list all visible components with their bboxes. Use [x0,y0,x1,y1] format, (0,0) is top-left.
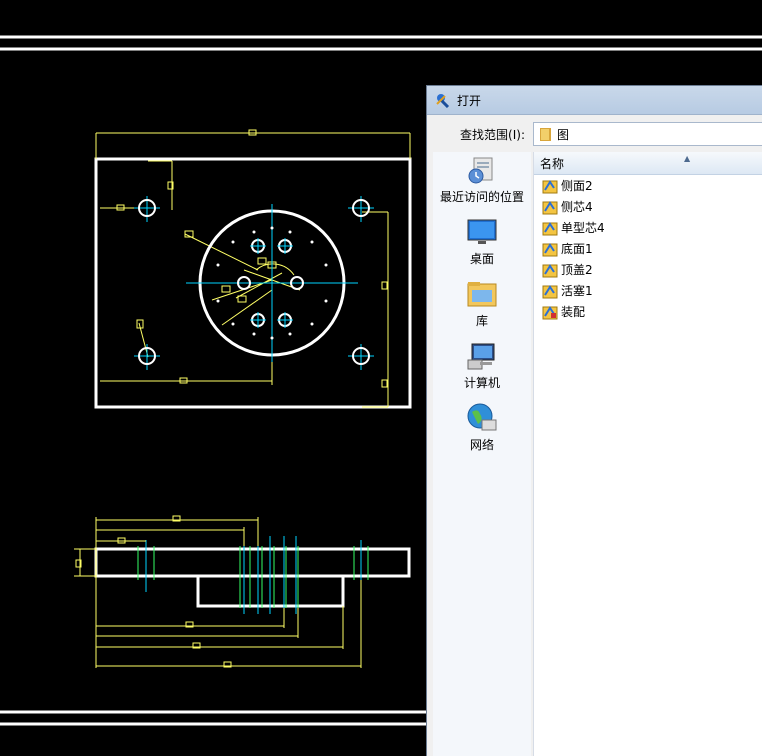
file-item[interactable]: 侧芯4 [534,196,762,217]
file-name: 侧面2 [561,179,593,193]
open-file-dialog[interactable]: 打开 查找范围(I): 图 最近访问的位置 桌面 库 计算机 网络 名称 ▲ 侧… [426,85,762,756]
place-label-network: 网络 [469,438,494,452]
file-item[interactable]: 顶盖2 [534,259,762,280]
file-item[interactable]: 装配 [534,301,762,322]
column-header-name[interactable]: 名称 ▲ [534,152,762,175]
part-file-icon [542,284,558,298]
part-file-icon [542,179,558,193]
file-item[interactable]: 侧面2 [534,175,762,196]
part-file-icon [542,242,558,256]
app-logo-icon [436,94,450,108]
computer-icon [467,343,495,370]
column-header-label: 名称 [540,156,565,171]
place-network[interactable]: 网络 [433,402,531,453]
dialog-body: 查找范围(I): 图 最近访问的位置 桌面 库 计算机 网络 名称 ▲ 侧面2 … [433,116,762,756]
look-in-row: 查找范围(I): 图 [433,120,762,148]
file-name: 单型芯4 [561,221,605,235]
dialog-title: 打开 [457,93,482,108]
file-item[interactable]: 底面1 [534,238,762,259]
place-label-computer: 计算机 [463,376,500,390]
part-file-icon [542,263,558,277]
place-libraries[interactable]: 库 [433,278,531,329]
place-label-recent: 最近访问的位置 [439,190,524,204]
desktop-icon [467,219,497,244]
folder-icon [540,128,551,141]
assembly-file-icon [542,305,558,319]
file-item[interactable]: 单型芯4 [534,217,762,238]
file-item[interactable]: 活塞1 [534,280,762,301]
sort-ascending-icon: ▲ [684,154,691,163]
place-label-libraries: 库 [475,314,488,328]
file-name: 装配 [561,305,586,319]
file-name: 侧芯4 [561,200,593,214]
libraries-icon [467,282,497,307]
place-desktop[interactable]: 桌面 [433,216,531,267]
look-in-dropdown[interactable]: 图 [533,122,762,146]
place-computer[interactable]: 计算机 [433,340,531,391]
file-name: 顶盖2 [561,263,593,277]
part-file-icon [542,221,558,235]
file-name: 底面1 [561,242,593,256]
network-icon [467,403,497,431]
dialog-titlebar[interactable]: 打开 [427,86,762,115]
place-recent[interactable]: 最近访问的位置 [433,154,531,205]
place-label-desktop: 桌面 [469,252,494,266]
part-file-icon [542,200,558,214]
recent-places-icon [468,157,493,184]
file-list[interactable]: 名称 ▲ 侧面2 侧芯4 单型芯4 底面1 顶盖2 活塞1 装配 [533,152,762,756]
file-name: 活塞1 [561,284,593,298]
look-in-value: 图 [557,127,570,142]
places-bar: 最近访问的位置 桌面 库 计算机 网络 [433,152,531,756]
look-in-label: 查找范围(I): [460,127,525,142]
